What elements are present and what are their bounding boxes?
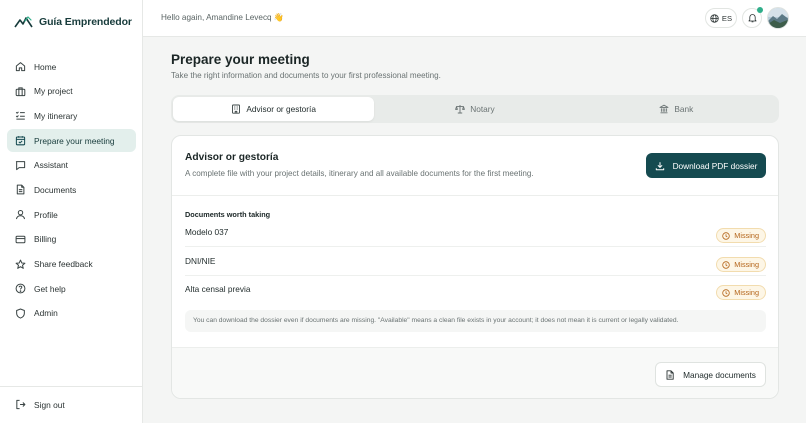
status-badge: Missing	[716, 228, 766, 243]
tab-bank[interactable]: Bank	[576, 97, 777, 121]
card-title: Advisor or gestoría	[185, 152, 279, 163]
tab-label: Notary	[470, 104, 495, 114]
document-row: DNI/NIE Missing	[185, 256, 766, 284]
language-label: ES	[721, 13, 733, 23]
home-icon	[15, 62, 26, 72]
sign-out-label: Sign out	[34, 399, 65, 410]
sidebar-item-share-feedback[interactable]: Share feedback	[7, 253, 136, 276]
calendar-check-icon	[15, 136, 26, 146]
sidebar-item-prepare-meeting[interactable]: Prepare your meeting	[7, 129, 136, 153]
sidebar-item-profile[interactable]: Profile	[7, 203, 136, 226]
briefcase-icon	[15, 87, 26, 96]
document-icon	[16, 185, 25, 195]
document-row: Alta censal previa Missing	[185, 284, 766, 312]
sidebar-item-label: Home	[34, 61, 57, 72]
sign-out-icon	[16, 399, 26, 410]
building-icon	[232, 104, 241, 114]
sidebar-item-label: Documents	[34, 184, 77, 195]
page-title: Prepare your meeting	[171, 52, 310, 67]
status-badge: Missing	[716, 285, 766, 300]
user-icon	[15, 210, 26, 220]
sidebar: Guía Emprendedor Home My project My itin…	[0, 0, 143, 423]
row-divider	[185, 246, 766, 247]
sidebar-item-label: Admin	[34, 308, 58, 319]
document-icon	[666, 369, 674, 380]
language-selector[interactable]: ES	[705, 8, 737, 28]
document-name: Alta censal previa	[185, 284, 251, 294]
shield-icon	[16, 308, 25, 319]
sidebar-item-admin[interactable]: Admin	[7, 302, 136, 325]
sidebar-item-label: Profile	[34, 209, 58, 220]
credit-card-icon	[15, 235, 26, 244]
card-footer: Manage documents	[172, 347, 778, 398]
download-pdf-label: Download PDF dossier	[672, 160, 758, 171]
status-label: Missing	[734, 288, 759, 297]
document-name: DNI/NIE	[185, 256, 216, 266]
brand-logo[interactable]: Guía Emprendedor	[14, 13, 132, 31]
page-subtitle: Take the right information and documents…	[171, 71, 441, 80]
tab-label: Bank	[674, 104, 694, 114]
manage-documents-label: Manage documents	[683, 369, 756, 380]
sidebar-footer: Sign out	[0, 386, 143, 423]
divider	[172, 195, 778, 196]
tab-advisor[interactable]: Advisor or gestoría	[173, 97, 375, 121]
manage-documents-button[interactable]: Manage documents	[655, 362, 766, 387]
scale-icon	[455, 105, 466, 114]
download-icon	[655, 161, 664, 170]
sidebar-item-my-itinerary[interactable]: My itinerary	[7, 104, 136, 127]
card-description: A complete file with your project detail…	[185, 169, 534, 178]
status-label: Missing	[734, 260, 759, 269]
bank-icon	[659, 104, 669, 114]
notification-dot	[757, 7, 763, 13]
sidebar-nav: Home My project My itinerary Prepare you…	[7, 55, 136, 327]
sidebar-item-home[interactable]: Home	[7, 55, 136, 78]
chat-icon	[15, 160, 26, 170]
mountain-logo-icon	[14, 16, 33, 28]
download-pdf-button[interactable]: Download PDF dossier	[646, 153, 766, 178]
status-label: Missing	[734, 231, 759, 240]
meeting-card: Advisor or gestoría A complete file with…	[171, 135, 779, 399]
meeting-type-tabs: Advisor or gestoría Notary Bank	[171, 95, 779, 123]
sidebar-item-label: My project	[34, 86, 73, 97]
sidebar-item-documents[interactable]: Documents	[7, 178, 136, 201]
document-name: Modelo 037	[185, 227, 229, 237]
sign-out-button[interactable]: Sign out	[15, 399, 65, 410]
clock-icon	[722, 288, 730, 297]
avatar-image	[768, 8, 788, 28]
notifications-button[interactable]	[742, 7, 763, 28]
star-icon	[15, 259, 26, 269]
brand-name: Guía Emprendedor	[39, 16, 132, 28]
help-circle-icon	[15, 283, 26, 294]
status-badge: Missing	[716, 257, 766, 272]
sidebar-item-get-help[interactable]: Get help	[7, 277, 136, 300]
dossier-note: You can download the dossier even if doc…	[185, 310, 766, 332]
sidebar-item-billing[interactable]: Billing	[7, 228, 136, 251]
documents-heading: Documents worth taking	[185, 210, 271, 219]
sidebar-item-label: Share feedback	[34, 259, 93, 269]
avatar[interactable]	[767, 7, 789, 29]
clock-icon	[722, 260, 730, 269]
sidebar-item-label: Get help	[34, 283, 66, 294]
row-divider	[185, 275, 766, 276]
bell-icon	[747, 14, 757, 23]
sidebar-item-label: My itinerary	[34, 110, 78, 121]
tab-label: Advisor or gestoría	[246, 104, 316, 114]
greeting-text: Hello again, Amandine Levecq 👋	[161, 13, 285, 22]
tab-notary[interactable]: Notary	[374, 97, 575, 121]
globe-icon	[710, 13, 719, 23]
checklist-icon	[15, 111, 25, 121]
sidebar-item-label: Assistant	[34, 160, 68, 171]
top-bar: Hello again, Amandine Levecq 👋 ES	[143, 0, 806, 37]
sidebar-item-label: Prepare your meeting	[34, 135, 115, 146]
sidebar-item-label: Billing	[34, 234, 57, 245]
sidebar-item-assistant[interactable]: Assistant	[7, 154, 136, 177]
clock-icon	[722, 231, 730, 240]
document-row: Modelo 037 Missing	[185, 227, 766, 255]
sidebar-item-my-project[interactable]: My project	[7, 80, 136, 103]
